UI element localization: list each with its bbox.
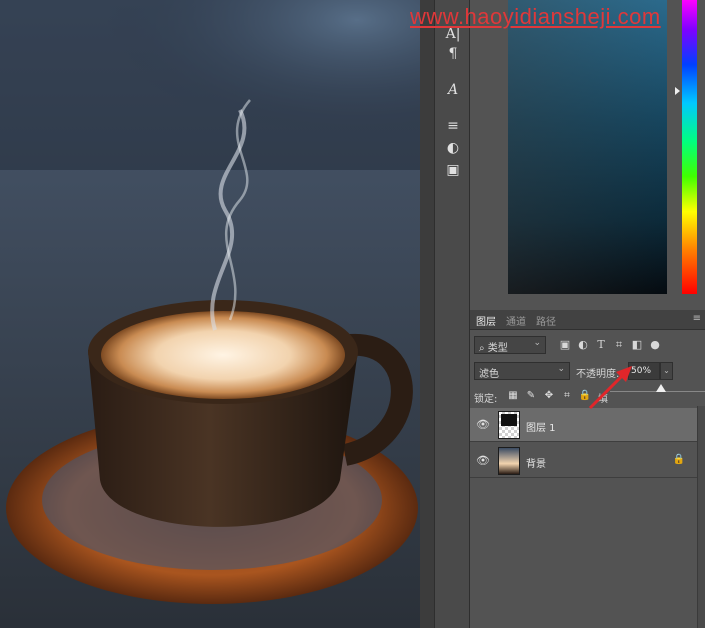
document-canvas[interactable] (0, 0, 420, 628)
layer-name[interactable]: 图层 1 (526, 419, 556, 434)
layer-list-scrollbar[interactable] (697, 406, 705, 628)
blend-mode-value: 滤色 (479, 369, 499, 380)
adjustments-icon[interactable]: ≡ (442, 116, 464, 136)
hue-marker[interactable] (675, 87, 680, 95)
blend-mode-select[interactable]: 滤色 ⌄ (474, 362, 570, 380)
smart-object-filter-icon[interactable]: ◧ (630, 338, 644, 352)
lock-transparent-icon[interactable]: ▦ (506, 389, 520, 403)
panel-tabs: 图层 通道 路径 ≡ (470, 310, 705, 330)
layer-thumbnail (498, 411, 520, 439)
annotation-arrow (588, 366, 632, 410)
lock-label: 锁定: (474, 394, 498, 405)
layer-thumbnail (498, 447, 520, 475)
layer-name[interactable]: 背景 (526, 455, 546, 470)
hue-slider[interactable] (682, 0, 697, 294)
opacity-slider-thumb[interactable] (656, 384, 666, 392)
filter-kind-select[interactable]: ⌕ 类型 ⌄ (474, 336, 546, 354)
tab-channels[interactable]: 通道 (506, 313, 526, 328)
layers-panel: 图层 通道 路径 ≡ ⌕ 类型 ⌄ ▣ ◐ T ⌗ ◧ ● 滤色 ⌄ 不透明度:… (470, 310, 705, 628)
watermark: www.haoyidiansheji.com (410, 4, 661, 29)
search-icon: ⌕ (479, 343, 488, 354)
color-field[interactable] (508, 0, 667, 294)
paragraph-icon[interactable]: ¶ (442, 44, 464, 64)
glyph-icon[interactable]: A (442, 80, 464, 100)
pixel-filter-icon[interactable]: ▣ (558, 338, 572, 352)
eye-icon[interactable]: 👁 (476, 454, 490, 468)
tab-paths[interactable]: 路径 (536, 313, 556, 328)
styles-icon[interactable]: ◐ (442, 138, 464, 158)
layer-filter-row: ⌕ 类型 ⌄ ▣ ◐ T ⌗ ◧ ● (470, 334, 705, 356)
lock-position-icon[interactable]: ✥ (542, 389, 556, 403)
layer-mask-preview (501, 414, 517, 426)
lock-paint-icon[interactable]: ✎ (524, 389, 538, 403)
type-filter-icon[interactable]: T (594, 338, 608, 352)
eye-icon[interactable]: 👁 (476, 418, 490, 432)
chevron-down-icon: ⌄ (533, 338, 541, 348)
panel-icon-column: A| ¶ A ≡ ◐ ▣ (434, 0, 470, 628)
opacity-dropdown-button[interactable]: ⌄ (660, 362, 673, 380)
filter-toggle-icon[interactable]: ● (648, 338, 662, 352)
shape-filter-icon[interactable]: ⌗ (612, 338, 626, 352)
panel-dock-strip (420, 0, 434, 628)
lock-artboard-icon[interactable]: ⌗ (560, 389, 574, 403)
libraries-icon[interactable]: ▣ (442, 160, 464, 180)
filter-kind-value: 类型 (487, 343, 508, 354)
lock-icon: 🔒 (672, 454, 685, 465)
layer-row[interactable]: 👁 背景 🔒 (470, 444, 697, 478)
panel-menu-icon[interactable]: ≡ (693, 313, 701, 324)
adjustment-filter-icon[interactable]: ◐ (576, 338, 590, 352)
coffee-photo (0, 0, 420, 628)
tab-layers[interactable]: 图层 (476, 313, 496, 328)
chevron-down-icon: ⌄ (557, 364, 565, 374)
